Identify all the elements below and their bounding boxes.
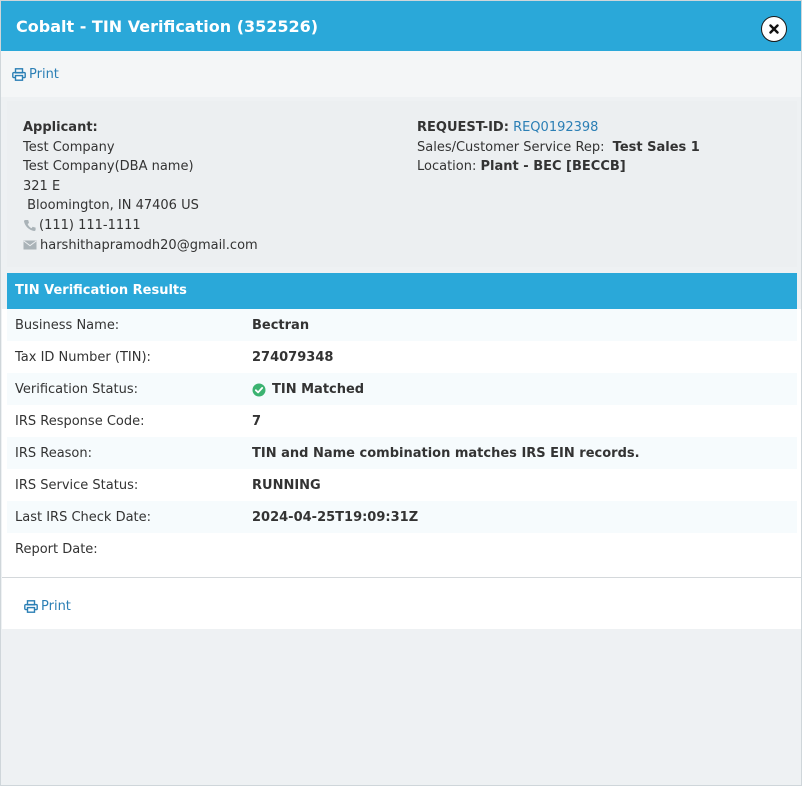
irs-service-status-value: RUNNING: [252, 478, 321, 493]
dialog-header: Cobalt - TIN Verification (352526): [1, 1, 801, 51]
applicant-address-line1: 321 E: [23, 178, 61, 194]
printer-icon: [24, 600, 38, 613]
table-row: Report Date:: [7, 533, 797, 565]
row-value: 274079348: [252, 350, 333, 365]
check-circle-icon: [252, 383, 266, 396]
row-value: 7: [252, 414, 261, 429]
applicant-phone: (111) 111-1111: [39, 217, 141, 233]
empty-area: [2, 629, 801, 779]
row-label: Verification Status:: [15, 382, 138, 397]
tin-value: 274079348: [252, 350, 334, 365]
sales-rep-label: Sales/Customer Service Rep:: [417, 139, 605, 155]
location-value: Plant - BEC [BECCB]: [480, 159, 626, 175]
print-button-bottom[interactable]: Print: [24, 599, 71, 614]
applicant-email: harshithapramodh20@gmail.com: [40, 237, 258, 253]
row-value: Bectran: [252, 318, 309, 333]
last-irs-check-date-value: 2024-04-25T19:09:31Z: [252, 510, 419, 525]
location-label: Location:: [417, 159, 477, 175]
row-label: IRS Reason:: [15, 446, 93, 461]
table-row: IRS Service Status: RUNNING: [7, 469, 797, 501]
applicant-info: Applicant: Test Company Test Company(DBA…: [23, 118, 258, 255]
phone-icon: [23, 220, 36, 232]
print-button-top[interactable]: Print: [12, 67, 59, 82]
table-row: IRS Reason: TIN and Name combination mat…: [7, 437, 797, 469]
applicant-phone-line: (111) 111-1111: [23, 216, 258, 236]
print-label: Print: [41, 599, 71, 614]
table-row: Business Name: Bectran: [7, 309, 797, 341]
request-info: REQUEST-ID: REQ0192398 Sales/Customer Se…: [417, 118, 700, 177]
envelope-icon: [23, 240, 37, 250]
irs-response-code-value: 7: [252, 414, 262, 429]
verification-status-value: TIN Matched: [272, 382, 365, 397]
table-row: Verification Status: TIN Matched: [7, 373, 797, 405]
applicant-address-line2: Bloomington, IN 47406 US: [23, 198, 199, 214]
dialog-footer: Print: [2, 577, 801, 629]
row-label: Last IRS Check Date:: [15, 510, 152, 525]
row-label: IRS Service Status:: [15, 478, 139, 493]
table-row: Last IRS Check Date: 2024-04-25T19:09:31…: [7, 501, 797, 533]
table-row: IRS Response Code: 7: [7, 405, 797, 437]
close-button[interactable]: [761, 16, 787, 42]
row-value: 2024-04-25T19:09:31Z: [252, 510, 418, 525]
results-table: Business Name: Bectran Tax ID Number (TI…: [7, 309, 797, 565]
applicant-label: Applicant:: [23, 120, 98, 135]
sales-rep-line: Sales/Customer Service Rep: Test Sales 1: [417, 138, 700, 158]
row-label: Report Date:: [15, 542, 98, 557]
row-label: Business Name:: [15, 318, 120, 333]
applicant-name: Test Company: [23, 139, 115, 155]
request-id-label: REQUEST-ID:: [417, 120, 509, 135]
row-value: TIN and Name combination matches IRS EIN…: [252, 446, 640, 461]
applicant-panel: Applicant: Test Company Test Company(DBA…: [7, 101, 797, 267]
row-value: RUNNING: [252, 478, 321, 493]
request-id-line: REQUEST-ID: REQ0192398: [417, 118, 700, 138]
business-name-value: Bectran: [252, 318, 310, 333]
printer-icon: [12, 68, 26, 81]
top-toolbar: Print: [1, 51, 801, 97]
row-label: IRS Response Code:: [15, 414, 145, 429]
sales-rep-value: Test Sales 1: [612, 139, 700, 155]
applicant-dba: Test Company(DBA name): [23, 159, 194, 175]
row-value: TIN Matched: [252, 382, 364, 397]
table-row: Tax ID Number (TIN): 274079348: [7, 341, 797, 373]
close-icon: [769, 24, 779, 34]
irs-reason-value: TIN and Name combination matches IRS EIN…: [252, 446, 640, 461]
applicant-email-line: harshithapramodh20@gmail.com: [23, 236, 258, 256]
request-id-link[interactable]: REQ0192398: [513, 120, 598, 135]
location-line: Location: Plant - BEC [BECCB]: [417, 157, 700, 177]
tin-verification-dialog: Cobalt - TIN Verification (352526) Print…: [0, 0, 802, 786]
row-label: Tax ID Number (TIN):: [15, 350, 151, 365]
print-label: Print: [29, 67, 59, 82]
dialog-title: Cobalt - TIN Verification (352526): [16, 17, 319, 36]
results-header: TIN Verification Results: [7, 273, 797, 309]
